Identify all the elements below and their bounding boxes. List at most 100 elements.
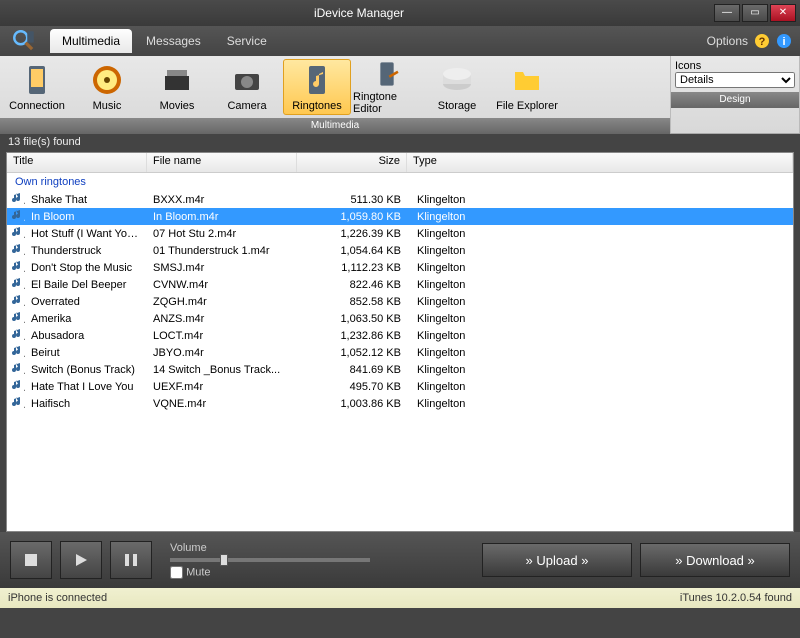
ribbon-item-label: Ringtone Editor [353,91,421,115]
cell-type: Klingelton [407,363,793,377]
cell-type: Klingelton [407,397,793,411]
table-row[interactable]: El Baile Del BeeperCVNW.m4r822.46 KBKlin… [7,276,793,293]
cell-filename: 01 Thunderstruck 1.m4r [147,244,297,258]
cell-title: Thunderstruck [25,244,147,258]
table-row[interactable]: HaifischVQNE.m4r1,003.86 KBKlingelton [7,395,793,412]
maximize-button[interactable]: ▭ [742,4,768,22]
ribbon-item-connection[interactable]: Connection [3,59,71,115]
music-note-icon [11,192,23,204]
cell-title: Shake That [25,193,147,207]
volume-slider-thumb[interactable] [220,554,228,566]
stop-button[interactable] [10,541,52,579]
table-row[interactable]: Thunderstruck01 Thunderstruck 1.m4r1,054… [7,242,793,259]
ribbon-item-label: Storage [438,100,477,112]
ribbon-item-storage[interactable]: Storage [423,59,491,115]
ribbon-item-ringtones[interactable]: Ringtones [283,59,351,115]
upload-button[interactable]: » Upload » [482,543,632,577]
cell-filename: JBYO.m4r [147,346,297,360]
cell-title: Overrated [25,295,147,309]
download-button[interactable]: » Download » [640,543,790,577]
options-link[interactable]: Options [707,34,748,48]
file-list-body[interactable]: Own ringtones Shake ThatBXXX.m4r511.30 K… [7,173,793,531]
cell-title: Haifisch [25,397,147,411]
minimize-button[interactable]: — [714,4,740,22]
music-note-icon [11,209,23,221]
itunes-status: iTunes 10.2.0.54 found [680,592,792,604]
pause-button[interactable] [110,541,152,579]
music-note-icon [11,345,23,357]
ribbon-item-label: Connection [9,100,65,112]
play-button[interactable] [60,541,102,579]
cell-filename: CVNW.m4r [147,278,297,292]
info-icon[interactable]: i [776,33,792,49]
ribbon-item-label: Movies [160,100,195,112]
ribbon-group-label: Multimedia [0,118,670,134]
cell-title: Beirut [25,346,147,360]
movies-icon [159,62,195,98]
table-row[interactable]: Hate That I Love YouUEXF.m4r495.70 KBKli… [7,378,793,395]
tab-multimedia[interactable]: Multimedia [50,29,132,53]
ribbon-group-design: Icons Details Design [671,56,800,133]
ribbon-item-ringtone-editor[interactable]: Ringtone Editor [353,59,421,115]
cell-title: Hot Stuff (I Want You ... [25,227,147,241]
close-button[interactable]: ✕ [770,4,796,22]
cell-type: Klingelton [407,244,793,258]
cell-filename: In Bloom.m4r [147,210,297,224]
cell-title: El Baile Del Beeper [25,278,147,292]
table-row[interactable]: In BloomIn Bloom.m4r1,059.80 KBKlingelto… [7,208,793,225]
table-row[interactable]: Switch (Bonus Track)14 Switch _Bonus Tra… [7,361,793,378]
cell-size: 495.70 KB [297,380,407,394]
cell-filename: 14 Switch _Bonus Track... [147,363,297,377]
cell-type: Klingelton [407,380,793,394]
col-header-title[interactable]: Title [7,153,147,172]
music-note-icon [11,243,23,255]
cell-size: 1,003.86 KB [297,397,407,411]
cell-title: Switch (Bonus Track) [25,363,147,377]
music-note-icon [11,277,23,289]
tab-service[interactable]: Service [215,29,279,53]
ribbon-item-music[interactable]: Music [73,59,141,115]
table-row[interactable]: Hot Stuff (I Want You ...07 Hot Stu 2.m4… [7,225,793,242]
ribbon-item-file-explorer[interactable]: File Explorer [493,59,561,115]
volume-label: Volume [170,542,207,554]
table-row[interactable]: Don't Stop the MusicSMSJ.m4r1,112.23 KBK… [7,259,793,276]
cell-type: Klingelton [407,295,793,309]
app-logo-search-icon [8,28,40,54]
col-header-type[interactable]: Type [407,153,793,172]
volume-slider[interactable] [170,558,370,562]
cell-filename: SMSJ.m4r [147,261,297,275]
footer-statusbar: iPhone is connected iTunes 10.2.0.54 fou… [0,588,800,608]
player-bar: Volume Mute » Upload » » Download » [0,532,800,588]
music-note-icon [11,311,23,323]
cell-type: Klingelton [407,193,793,207]
svg-text:?: ? [759,36,766,48]
help-icon[interactable]: ? [754,33,770,49]
ribbon-item-camera[interactable]: Camera [213,59,281,115]
icons-view-select[interactable]: Details [675,72,795,88]
music-note-icon [11,260,23,272]
cell-filename: LOCT.m4r [147,329,297,343]
cell-title: In Bloom [25,210,147,224]
ribbon-item-label: Music [93,100,122,112]
ribbon-item-movies[interactable]: Movies [143,59,211,115]
col-header-size[interactable]: Size [297,153,407,172]
table-row[interactable]: BeirutJBYO.m4r1,052.12 KBKlingelton [7,344,793,361]
menubar: Multimedia Messages Service Options ? i [0,26,800,56]
ribbon-item-label: Ringtones [292,100,342,112]
table-row[interactable]: AmerikaANZS.m4r1,063.50 KBKlingelton [7,310,793,327]
window-buttons: — ▭ ✕ [714,4,796,22]
col-header-filename[interactable]: File name [147,153,297,172]
mute-checkbox[interactable] [170,566,183,579]
cell-size: 1,052.12 KB [297,346,407,360]
table-row[interactable]: AbusadoraLOCT.m4r1,232.86 KBKlingelton [7,327,793,344]
tab-messages[interactable]: Messages [134,29,213,53]
section-own-ringtones[interactable]: Own ringtones [7,173,793,191]
ringedit-icon [369,59,405,89]
music-note-icon [11,379,23,391]
table-row[interactable]: OverratedZQGH.m4r852.58 KBKlingelton [7,293,793,310]
svg-text:i: i [782,36,785,48]
table-row[interactable]: Shake ThatBXXX.m4r511.30 KBKlingelton [7,191,793,208]
cell-filename: VQNE.m4r [147,397,297,411]
window-title: iDevice Manager [4,6,714,20]
ringtone-icon [299,62,335,98]
